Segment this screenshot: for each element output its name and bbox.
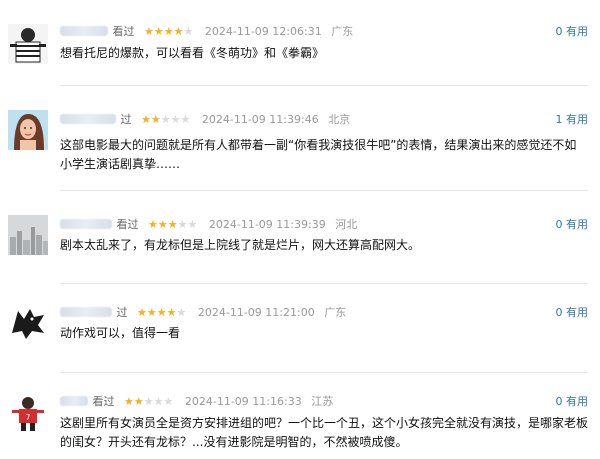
review-meta: 过 ★★★★★ 2024-11-09 11:21:00 广东 0 有用 [60,303,588,323]
rating-stars: ★★★★★ [141,110,190,130]
avatar[interactable] [8,303,48,343]
rating-stars: ★★★★★ [144,22,193,42]
star-filled-icon: ★ [146,306,157,319]
username[interactable] [60,392,89,412]
star-empty-icon: ★ [177,218,188,231]
username[interactable] [60,303,113,323]
review-meta: 看过 ★★★★★ 2024-11-09 11:16:33 江苏 0 有用 [60,392,588,412]
review-content: 这部电影最大的问题就是所有人都带着一副“你看我演技很牛吧”的表情，结果演出来的感… [60,138,577,171]
star-filled-icon: ★ [144,25,154,38]
blurred-username [60,26,108,36]
useful-vote-button[interactable]: 0 有用 [556,215,589,235]
star-empty-icon: ★ [187,218,198,231]
star-filled-icon: ★ [133,395,144,408]
watched-label: 看过 [112,25,135,38]
review-meta: 看过 ★★★★★ 2024-11-09 12:06:31 广东 0 有用 [60,22,588,42]
star-filled-icon: ★ [141,113,151,126]
review-meta: 看过 ★★★★★ 2024-11-09 11:39:39 河北 0 有用 [60,215,588,235]
blurred-username [60,114,116,124]
review-content: 动作戏可以，值得一看 [60,326,181,340]
star-empty-icon: ★ [176,306,187,319]
useful-vote-button[interactable]: 0 有用 [556,392,589,412]
review-content: 剧本太乱来了，有龙标但是上院线了就是烂片，网大还算高配网大。 [60,238,421,252]
review-content: 这剧里所有女演员全是资方安排进组的吧？一个比一个丑，这个小女孩完全就没有演技，是… [60,416,589,449]
review-time: 2024-11-09 12:06:31 [204,25,322,38]
star-filled-icon: ★ [167,218,178,231]
username[interactable] [60,22,109,42]
review-location: 河北 [335,218,358,231]
star-empty-icon: ★ [180,113,191,126]
useful-vote-button[interactable]: 0 有用 [556,303,589,323]
review-time: 2024-11-09 11:16:33 [184,395,302,408]
comment-list: 看过 ★★★★★ 2024-11-09 12:06:31 广东 0 有用 想看托… [0,0,600,459]
star-filled-icon: ★ [148,218,158,231]
star-filled-icon: ★ [153,25,164,38]
divider [60,283,588,284]
useful-vote-button[interactable]: 1 有用 [556,110,589,130]
soccer-kid-avatar-icon: 7 [8,394,48,434]
rating-stars: ★★★★★ [124,392,173,412]
review-location: 广东 [324,306,347,319]
username[interactable] [60,215,113,235]
divider [60,372,588,373]
wolf-sigil-avatar-icon [8,303,48,343]
woman-portrait-avatar-icon [8,110,48,150]
star-filled-icon: ★ [137,306,147,319]
divider [60,85,588,86]
star-empty-icon: ★ [160,113,171,126]
review-content: 想看托尼的爆款，可以看看《冬萌功》和《拳霸》 [60,46,325,60]
star-filled-icon: ★ [156,306,167,319]
rating-stars: ★★★★★ [148,215,197,235]
star-filled-icon: ★ [124,395,134,408]
review-time: 2024-11-09 11:39:46 [201,113,319,126]
foggy-city-avatar-icon [8,215,48,255]
watched-label: 过 [116,306,128,319]
star-empty-icon: ★ [143,395,154,408]
blurred-username [60,307,112,317]
rating-stars: ★★★★★ [137,303,186,323]
blurred-username [60,396,88,406]
star-filled-icon: ★ [150,113,161,126]
review-location: 广东 [331,25,354,38]
star-empty-icon: ★ [183,25,194,38]
review-location: 北京 [328,113,351,126]
watched-label: 看过 [116,218,139,231]
useful-vote-button[interactable]: 0 有用 [556,22,589,42]
review-time: 2024-11-09 11:39:39 [208,218,326,231]
star-empty-icon: ★ [170,113,181,126]
blurred-username [60,219,112,229]
star-filled-icon: ★ [173,25,184,38]
avatar[interactable] [8,215,48,255]
avatar[interactable] [8,24,48,64]
star-filled-icon: ★ [166,306,177,319]
star-empty-icon: ★ [153,395,164,408]
striped-shirt-avatar-icon [8,24,48,64]
avatar[interactable]: 7 [8,394,48,434]
divider [60,190,588,191]
svg-text:7: 7 [25,413,30,422]
star-empty-icon: ★ [163,395,174,408]
watched-label: 过 [120,113,132,126]
review-time: 2024-11-09 11:21:00 [197,306,315,319]
avatar[interactable] [8,110,48,150]
star-filled-icon: ★ [157,218,168,231]
username[interactable] [60,110,117,130]
review-meta: 过 ★★★★★ 2024-11-09 11:39:46 北京 1 有用 [60,110,588,130]
star-filled-icon: ★ [163,25,174,38]
watched-label: 看过 [92,395,115,408]
review-location: 江苏 [311,395,334,408]
